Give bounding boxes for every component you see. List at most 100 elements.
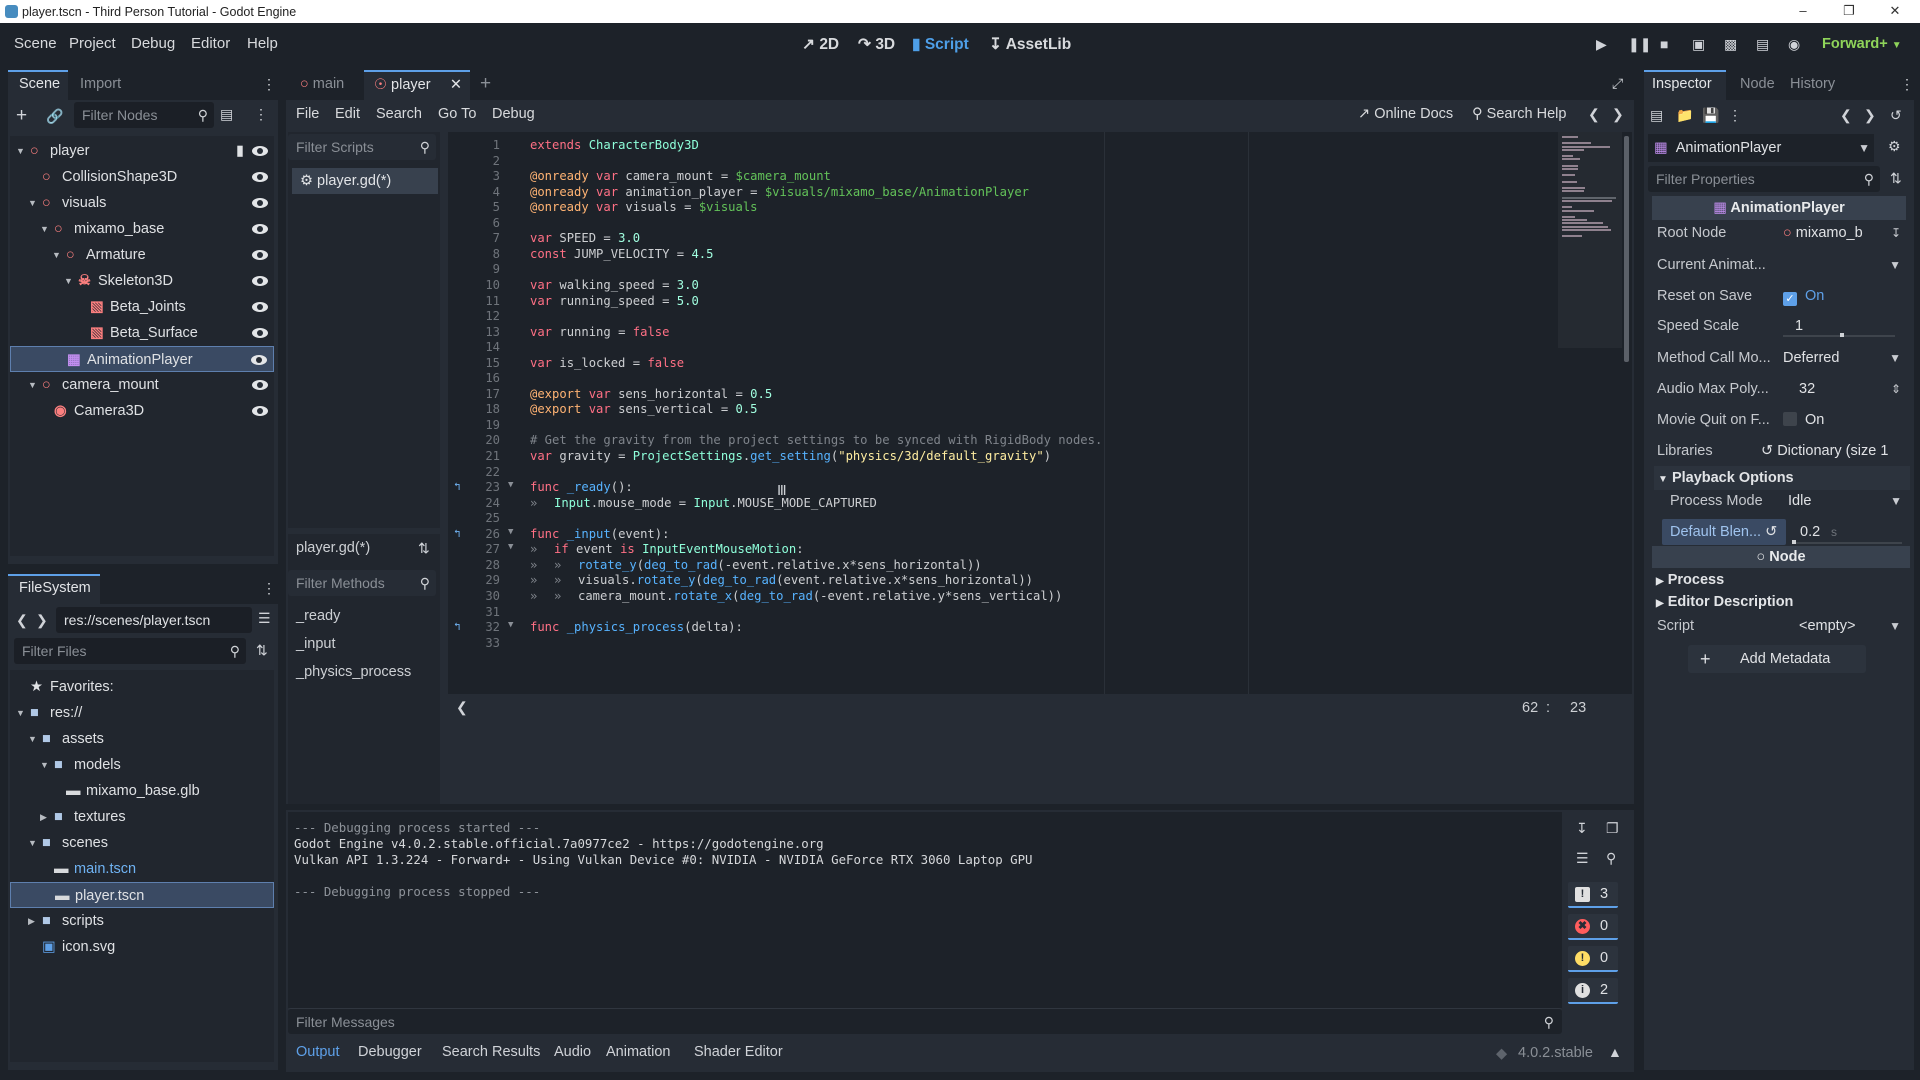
file-tree-item[interactable]: ▣ icon.svg	[10, 934, 274, 960]
more-icon[interactable]: ⋮	[1728, 107, 1742, 124]
collapse-panel-icon[interactable]: ❮	[456, 699, 468, 716]
file-tree-item[interactable]: ▶ ■ scripts	[10, 908, 274, 934]
prop-libraries[interactable]: Libraries ↺ Dictionary (size 1	[1657, 436, 1905, 466]
file-tree-item[interactable]: ▬ main.tscn	[10, 856, 274, 882]
scene-menu-icon[interactable]: ⋮	[254, 106, 268, 123]
minimize-icon[interactable]: –	[1780, 0, 1826, 23]
checkbox-unchecked-icon[interactable]	[1783, 412, 1797, 426]
filter-messages-input[interactable]: Filter Messages ⚲	[288, 1008, 1562, 1034]
tab-history[interactable]: History	[1790, 76, 1835, 92]
workspace-2d-button[interactable]: ↗ 2D	[802, 35, 839, 54]
prop-movie-quit[interactable]: Movie Quit on F... On	[1657, 405, 1905, 435]
bottom-tab-audio[interactable]: Audio	[554, 1044, 591, 1060]
filter-files-input[interactable]: Filter Files ⚲	[14, 638, 246, 664]
prop-method-call-mode[interactable]: Method Call Mo... Deferred ▼	[1657, 343, 1905, 373]
play-scene-icon[interactable]: ▩	[1724, 36, 1737, 53]
clear-output-icon[interactable]: ❐	[1606, 820, 1619, 837]
bottom-tab-search-results[interactable]: Search Results	[442, 1044, 540, 1060]
section-process[interactable]: ▶ Process	[1656, 568, 1724, 592]
file-tree-item[interactable]: ▬ mixamo_base.glb	[10, 778, 274, 804]
method-item[interactable]: _input	[296, 636, 336, 652]
visibility-eye-icon[interactable]	[252, 302, 268, 312]
chevron-down-icon[interactable]: ▼	[28, 726, 37, 752]
toggle-bottom-panel-icon[interactable]: ▲	[1608, 1044, 1622, 1060]
script-menu-edit[interactable]: Edit	[335, 106, 360, 122]
back-arrow-icon[interactable]: ❮	[16, 612, 28, 629]
fold-arrow-icon[interactable]: ▼	[508, 527, 513, 537]
distraction-free-icon[interactable]: ⤢	[1612, 75, 1623, 92]
output-filter-toggle[interactable]: ✖ 0	[1568, 914, 1618, 940]
fold-arrow-icon[interactable]: ▼	[508, 542, 513, 552]
filter-properties-input[interactable]: Filter Properties ⚲	[1648, 166, 1880, 192]
menu-help[interactable]: Help	[247, 35, 278, 52]
prev-script-icon[interactable]: ❮	[1588, 106, 1600, 123]
movie-maker-icon[interactable]: ◉	[1788, 36, 1800, 53]
chevron-down-icon[interactable]: ▼	[16, 138, 25, 164]
fold-arrow-icon[interactable]: ▼	[508, 620, 513, 630]
chevron-down-icon[interactable]: ▼	[52, 242, 61, 268]
visibility-eye-icon[interactable]	[252, 406, 268, 416]
object-properties-icon[interactable]: ⚙	[1888, 138, 1901, 155]
chevron-down-icon[interactable]: ▼	[40, 752, 49, 778]
path-field[interactable]: res://scenes/player.tscn	[56, 607, 252, 633]
object-selector[interactable]: ▦ AnimationPlayer ▼	[1648, 134, 1874, 162]
open-folder-icon[interactable]: 📁	[1676, 107, 1693, 124]
history-forward-icon[interactable]: ❯	[1864, 107, 1876, 124]
speed-slider[interactable]	[1783, 335, 1895, 337]
file-tree-item[interactable]: ★ Favorites:	[10, 674, 274, 700]
new-resource-icon[interactable]: ▤	[1650, 107, 1663, 124]
scene-tree-item[interactable]: ▧ Beta_Joints	[10, 294, 274, 320]
tab-node[interactable]: Node	[1740, 76, 1775, 92]
scene-tree-item[interactable]: ▧ Beta_Surface	[10, 320, 274, 346]
dock-menu-icon[interactable]: ⋮	[262, 76, 276, 93]
menu-project[interactable]: Project	[69, 35, 116, 52]
chevron-down-icon[interactable]: ▼	[28, 190, 37, 216]
visibility-eye-icon[interactable]	[252, 198, 268, 208]
menu-scene[interactable]: Scene	[14, 35, 57, 52]
object-history-icon[interactable]: ↺	[1890, 107, 1902, 124]
method-item[interactable]: _ready	[296, 608, 340, 624]
file-tree-item[interactable]: ▼ ■ models	[10, 752, 274, 778]
script-menu-file[interactable]: File	[296, 106, 319, 122]
chevron-right-icon[interactable]: ▶	[28, 908, 35, 934]
search-icon[interactable]: ⚲	[1606, 850, 1616, 867]
file-tree-item[interactable]: ▼ ■ scenes	[10, 830, 274, 856]
vertical-scrollbar[interactable]	[1624, 136, 1629, 362]
bottom-tab-shader-editor[interactable]: Shader Editor	[694, 1044, 783, 1060]
copy-output-icon[interactable]: ↧	[1576, 820, 1588, 837]
sort-methods-icon[interactable]: ⇅	[418, 540, 430, 557]
prop-process-mode[interactable]: Process Mode Idle ▼	[1670, 486, 1906, 516]
fold-arrow-icon[interactable]: ▼	[508, 480, 513, 490]
visibility-eye-icon[interactable]	[251, 355, 267, 365]
code-editor[interactable]: 1 2 3 4 5 6 7 8 9 10 11 12 13 14 15 16 17 18 19 20 21 22 23 ↰ ▼ 2…	[448, 132, 1632, 694]
tab-main[interactable]: ○ main	[292, 70, 372, 100]
workspace-script-button[interactable]: ▮ Script	[912, 35, 969, 54]
method-item[interactable]: _physics_process	[296, 664, 411, 680]
script-list-item[interactable]: ⚙ player.gd(*)	[292, 168, 438, 194]
output-filter-toggle[interactable]: ! 3	[1568, 882, 1618, 908]
prop-audio-max-polyphony[interactable]: Audio Max Poly... 32 ⇕	[1657, 374, 1905, 404]
remote-debug-icon[interactable]: ▣	[1692, 36, 1705, 53]
checkbox-checked-icon[interactable]: ✓	[1783, 292, 1797, 306]
spin-arrows-icon[interactable]: ⇕	[1891, 374, 1901, 404]
add-tab-icon[interactable]: +	[480, 73, 491, 95]
add-node-icon[interactable]: +	[16, 105, 27, 127]
next-script-icon[interactable]: ❯	[1612, 106, 1624, 123]
prop-reset-on-save[interactable]: Reset on Save ✓ On	[1657, 281, 1905, 311]
chevron-right-icon[interactable]: ▶	[40, 804, 47, 830]
scene-tree-item[interactable]: ▼ ○ Armature	[10, 242, 274, 268]
renderer-select[interactable]: Forward+ ▼	[1822, 36, 1902, 52]
script-attached-icon[interactable]: ▮	[236, 138, 244, 164]
list-view-icon[interactable]: ☰	[258, 610, 271, 627]
visibility-eye-icon[interactable]	[252, 172, 268, 182]
forward-arrow-icon[interactable]: ❯	[36, 612, 48, 629]
output-filter-toggle[interactable]: ! 0	[1568, 946, 1618, 972]
visibility-eye-icon[interactable]	[252, 146, 268, 156]
scene-tree-item[interactable]: ▼ ○ visuals	[10, 190, 274, 216]
scene-tree-item[interactable]: ▼ ☠ Skeleton3D	[10, 268, 274, 294]
visibility-eye-icon[interactable]	[252, 276, 268, 286]
visibility-eye-icon[interactable]	[252, 224, 268, 234]
file-tree-item[interactable]: ▼ ■ assets	[10, 726, 274, 752]
attach-script-icon[interactable]: ▤	[220, 106, 233, 123]
blend-slider[interactable]	[1792, 542, 1902, 544]
